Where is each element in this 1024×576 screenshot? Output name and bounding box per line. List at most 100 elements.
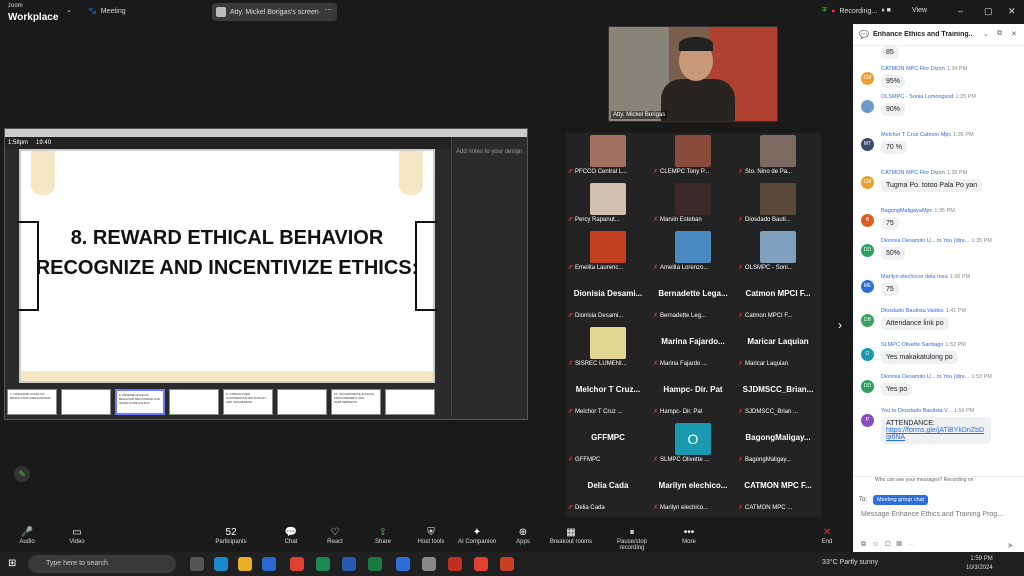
toolbar-apps-button[interactable]: ⊕ Apps — [496, 526, 550, 545]
message-sender[interactable]: BagongMaligayaMpc — [881, 208, 932, 214]
slide-thumbnail[interactable]: 9. STRENGTHEN COOPERATIVE EDUCATION AND … — [223, 389, 273, 415]
participant-tile[interactable]: ✗ Marvin Esteban — [651, 181, 735, 225]
participant-tile[interactable]: O ✗ SLMPC Olivette ... — [651, 421, 735, 465]
participant-name-large: BagongMaligay... — [745, 433, 811, 442]
send-icon[interactable]: ➤ — [1007, 541, 1014, 550]
toolbar-more-button[interactable]: ••• More — [662, 526, 716, 545]
powerpoint-icon[interactable] — [500, 557, 514, 571]
system-clock[interactable]: 1:59 PM 10/3/2024 — [966, 555, 993, 573]
minimize-icon[interactable]: – — [958, 6, 963, 16]
video-icon: ▭ — [72, 527, 82, 538]
message-sender[interactable]: You to Diosdado Bautista V... — [881, 408, 952, 414]
zoom-taskbar-icon[interactable] — [396, 557, 410, 571]
toolbar-breakout-rooms-button[interactable]: ▦ Breakout rooms — [544, 526, 598, 545]
message-bubble: Yes makakatulong po — [881, 351, 958, 364]
view-button[interactable]: View — [912, 7, 927, 14]
close-icon[interactable]: ✕ — [1011, 30, 1017, 38]
participant-tile[interactable]: ✗ Emelita Laurenc... — [566, 229, 650, 273]
slide-thumbnail-current[interactable]: 8. REWARD ETHICAL BEHAVIOR RECOGNIZE AND… — [115, 389, 165, 415]
message-sender[interactable]: CATMON MPC Flor Dizon — [881, 170, 945, 176]
message-sender[interactable]: Dionisia Desamito U... to You (dire... — [881, 238, 969, 244]
slide-thumbnail[interactable] — [169, 389, 219, 415]
message-sender[interactable]: Dionisia Desamito U... to You (dire... — [881, 374, 969, 380]
participant-tile[interactable]: ✗ Sto. Nino de Pa... — [736, 133, 820, 177]
message-sender[interactable]: Melchor T Cruz Catmon Mpc — [881, 132, 951, 138]
presenter-notes[interactable]: Add notes to your design — [451, 137, 527, 417]
slide-thumbnail[interactable] — [277, 389, 327, 415]
toolbar-end-button[interactable]: ✕ End — [800, 526, 854, 545]
participant-tile[interactable]: ✗ CLEMPC Tony P... — [651, 133, 735, 177]
participant-tile[interactable]: Marina Fajardo... ✗ Marina Fajardo ... — [651, 325, 735, 369]
message-link[interactable]: https://forms.gle/jATiBYkDnZbDqi6NA — [886, 427, 986, 441]
message-sender[interactable]: CATMON MPC Flor Dizon — [881, 66, 945, 72]
chevron-right-icon[interactable]: › — [838, 318, 842, 332]
message-sender[interactable]: OLSMPC - Sonia Lumongsod — [881, 94, 953, 100]
toolbar-video-button[interactable]: ▭ Video — [50, 526, 104, 545]
chevron-down-icon[interactable]: ⌄ — [983, 30, 989, 38]
app-icon[interactable] — [422, 557, 436, 571]
chat-input[interactable] — [861, 511, 1021, 518]
participant-tile[interactable]: SJDMSCC_Brian... ✗ SJDMSCC_Brian ... — [736, 373, 820, 417]
app-icon[interactable] — [448, 557, 462, 571]
notes-placeholder: Add notes to your design — [456, 149, 523, 155]
task-view-icon[interactable] — [190, 557, 204, 571]
slide-thumbnail[interactable]: 7. ORGANIZE CONFLICT RESOLUTION MECHANIS… — [7, 389, 57, 415]
close-icon[interactable]: ✕ — [1008, 6, 1016, 17]
composer-tools[interactable]: ⧉☺▢▤⋯ — [861, 541, 921, 549]
participant-tile[interactable]: Hampc- Dir. Pat ✗ Hampc- Dir. Pat — [651, 373, 735, 417]
recipient-dropdown[interactable]: Meeting group chat — [873, 495, 929, 505]
toolbar-pause-stop-recording-button[interactable]: ⏸ Pause/stop recording — [605, 526, 659, 551]
toolbar-share-button[interactable]: ⇪ Share — [356, 526, 410, 545]
participant-tile[interactable]: GFFMPC ✗ GFFMPC — [566, 421, 650, 465]
slide-thumbnail[interactable]: 10. INCORPORATE ETHICAL PROCUREMENT AND … — [331, 389, 381, 415]
participant-tile[interactable]: ✗ PFCCO Central L... — [566, 133, 650, 177]
participant-tile[interactable]: ✗ Amelita Lorenzo... — [651, 229, 735, 273]
word-icon[interactable] — [342, 557, 356, 571]
file-explorer-icon[interactable] — [238, 557, 252, 571]
message-sender[interactable]: Marilyn elechicon dela rosa — [881, 274, 948, 280]
screen-share-pill[interactable]: Atty. Mickel Borigas's screen — [212, 3, 337, 21]
publisher-icon[interactable] — [316, 557, 330, 571]
popout-icon[interactable]: ⧉ — [997, 30, 1002, 38]
participant-tile[interactable]: ✗ Diosdado Bauti... — [736, 181, 820, 225]
participant-tile[interactable]: ✗ Percy Rapanut... — [566, 181, 650, 225]
chrome-icon[interactable] — [290, 557, 304, 571]
annotate-pen-icon[interactable]: ✎ — [14, 466, 30, 482]
meeting-info[interactable]: 🐾 Meeting — [88, 7, 126, 16]
chat-privacy-note[interactable]: Who can see your messages? Recording on — [875, 477, 973, 483]
shared-screen[interactable]: 1:58pm 19:40 8. REWARD ETHICAL BEHAVIOR … — [4, 128, 528, 420]
slide-thumbnail[interactable] — [385, 389, 435, 415]
participant-tile[interactable]: Catmon MPCI F... ✗ Catmon MPCI F... — [736, 277, 820, 321]
active-speaker-video[interactable]: Atty. Mickel Borigas — [608, 26, 778, 122]
message-bubble: 75 — [881, 283, 899, 296]
windows-start-icon[interactable]: ⊞ — [8, 558, 16, 569]
toolbar-audio-button[interactable]: 🎤 Audio — [0, 526, 54, 545]
participant-tile[interactable]: Melchor T Cruz... ✗ Melchor T Cruz ... — [566, 373, 650, 417]
participant-tile[interactable]: ✗ OLSMPC - Soni... — [736, 229, 820, 273]
excel-icon[interactable] — [368, 557, 382, 571]
participant-tile[interactable]: ✗ SISREC LUMENI... — [566, 325, 650, 369]
chevron-down-icon[interactable]: ⌄ — [66, 6, 72, 14]
toolbar-participants-button[interactable]: 52 Participants — [204, 526, 258, 545]
participant-tile[interactable]: Marilyn elechico... ✗ Marilyn elechico... — [651, 469, 735, 513]
participant-tile[interactable]: Maricar Laquian ✗ Maricar Laquian — [736, 325, 820, 369]
mail-icon[interactable] — [262, 557, 276, 571]
pause-icon[interactable]: ⏸ ■ — [881, 7, 891, 15]
participant-tile[interactable]: Delia Cada ✗ Delia Cada — [566, 469, 650, 513]
more-icon[interactable]: ⋯ — [325, 6, 332, 14]
chrome-icon[interactable] — [474, 557, 488, 571]
slide-thumbnail[interactable] — [61, 389, 111, 415]
taskbar-search[interactable]: Type here to search — [28, 555, 176, 573]
participant-tile[interactable]: Dionisia Desami... ✗ Dionisia Desami... — [566, 277, 650, 321]
participant-tile[interactable]: BagongMaligay... ✗ BagongMaligay... — [736, 421, 820, 465]
toolbar-react-button[interactable]: ♡ React — [308, 526, 362, 545]
recording-indicator[interactable]: ⛨ ● Recording... ⏸ ■ — [822, 7, 891, 15]
participant-tile[interactable]: CATMON MPC F... ✗ CATMON MPC ... — [736, 469, 820, 513]
edge-icon[interactable] — [214, 557, 228, 571]
maximize-icon[interactable]: ▢ — [984, 6, 993, 17]
chat-composer: Who can see your messages? Recording on … — [853, 476, 1024, 552]
message-sender[interactable]: Diosdado Bautista Valdez — [881, 308, 944, 314]
message-sender[interactable]: SLMPC Olivette Santiago — [881, 342, 943, 348]
participant-tile[interactable]: Bernadette Lega... ✗ Bernadette Leg... — [651, 277, 735, 321]
weather-widget[interactable]: 33°C Partly sunny — [822, 559, 878, 566]
